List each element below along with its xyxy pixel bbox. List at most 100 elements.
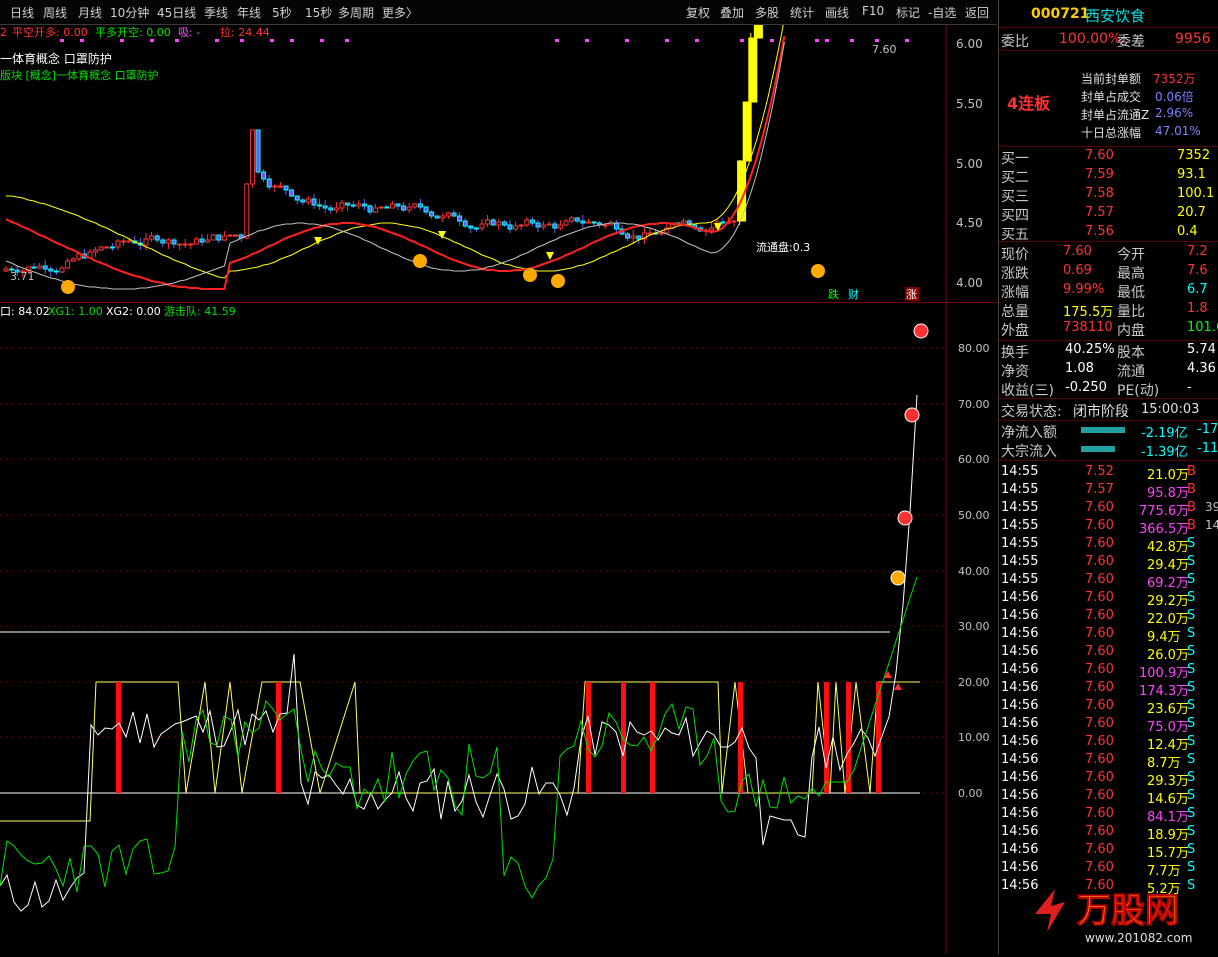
candle[interactable]: [485, 219, 491, 225]
candle[interactable]: [233, 234, 239, 237]
candle[interactable]: [311, 198, 317, 206]
candle[interactable]: [591, 221, 597, 224]
candle[interactable]: [154, 235, 160, 241]
period-tab-0[interactable]: 日线: [10, 4, 34, 21]
candle[interactable]: [65, 260, 71, 269]
candle[interactable]: [720, 221, 726, 224]
period-tab-1[interactable]: 周线: [43, 4, 67, 21]
candle[interactable]: [289, 189, 295, 197]
candle[interactable]: [121, 240, 127, 243]
candle[interactable]: [406, 206, 412, 211]
candle[interactable]: [580, 220, 586, 224]
candle[interactable]: [93, 249, 99, 253]
candle[interactable]: [731, 220, 737, 223]
candle[interactable]: [193, 238, 199, 245]
candle[interactable]: [412, 203, 418, 208]
candle[interactable]: [345, 202, 351, 206]
candle[interactable]: [249, 129, 255, 185]
kline-chart[interactable]: 7.607.217.006.506.005.505.004.504.003.50…: [0, 25, 997, 302]
candle[interactable]: [529, 219, 535, 224]
candle[interactable]: [143, 238, 149, 246]
candle[interactable]: [266, 178, 272, 188]
candle[interactable]: [742, 101, 752, 162]
candle[interactable]: [490, 219, 496, 226]
candle[interactable]: [160, 239, 166, 244]
candle[interactable]: [709, 227, 715, 231]
candle[interactable]: [104, 246, 110, 249]
candle[interactable]: [221, 235, 227, 241]
candle[interactable]: [557, 224, 563, 229]
candle[interactable]: [37, 265, 43, 269]
candle[interactable]: [378, 206, 384, 209]
tool-tab-7[interactable]: -自选: [928, 4, 956, 21]
period-tab-10[interactable]: 更多〉: [382, 4, 418, 21]
period-tab-3[interactable]: 10分钟: [110, 4, 149, 21]
candle[interactable]: [115, 240, 121, 248]
candle[interactable]: [630, 235, 636, 239]
candle[interactable]: [647, 232, 653, 235]
candle[interactable]: [462, 220, 468, 227]
candle[interactable]: [753, 25, 763, 39]
candle[interactable]: [317, 204, 323, 207]
period-tab-7[interactable]: 5秒: [272, 4, 292, 21]
candle[interactable]: [518, 224, 524, 227]
candle[interactable]: [401, 205, 407, 211]
candle[interactable]: [585, 221, 591, 224]
candle[interactable]: [48, 268, 54, 272]
candle[interactable]: [149, 235, 155, 240]
tool-tab-0[interactable]: 复权: [686, 4, 710, 21]
candle[interactable]: [361, 203, 367, 207]
tool-tab-6[interactable]: 标记: [896, 4, 920, 21]
candle[interactable]: [524, 219, 530, 226]
period-tab-4[interactable]: 45日线: [157, 4, 196, 21]
candle[interactable]: [395, 203, 401, 207]
candle[interactable]: [328, 207, 334, 211]
candle[interactable]: [658, 232, 664, 235]
period-tab-2[interactable]: 月线: [78, 4, 102, 21]
tool-tab-3[interactable]: 统计: [790, 4, 814, 21]
candle[interactable]: [199, 238, 205, 243]
candle[interactable]: [681, 220, 687, 224]
tool-tab-5[interactable]: F10: [862, 4, 884, 18]
candle[interactable]: [636, 235, 642, 240]
candle[interactable]: [541, 224, 547, 228]
candle[interactable]: [479, 223, 485, 229]
indicator-chart[interactable]: 80.00 70.00 60.00 50.00 40.00 30.00 20.00 10.00…: [0, 303, 997, 954]
candle[interactable]: [563, 220, 569, 226]
candle[interactable]: [451, 212, 457, 217]
candle[interactable]: [423, 206, 429, 213]
candle[interactable]: [602, 224, 608, 227]
candle[interactable]: [339, 202, 345, 209]
candle[interactable]: [205, 239, 211, 243]
candle[interactable]: [272, 185, 278, 188]
candle[interactable]: [216, 234, 222, 241]
candle[interactable]: [210, 234, 216, 241]
period-tab-9[interactable]: 多周期: [338, 4, 374, 21]
candle[interactable]: [277, 185, 283, 188]
candle[interactable]: [445, 212, 451, 217]
period-tab-8[interactable]: 15秒: [305, 4, 332, 21]
candle[interactable]: [546, 223, 552, 226]
candle[interactable]: [283, 185, 289, 191]
tool-tab-4[interactable]: 画线: [825, 4, 849, 21]
candle[interactable]: [457, 215, 463, 222]
candle[interactable]: [367, 205, 373, 213]
candle[interactable]: [417, 203, 423, 208]
candle[interactable]: [3, 268, 9, 272]
candle[interactable]: [501, 221, 507, 226]
candle[interactable]: [384, 206, 390, 209]
candle[interactable]: [507, 224, 513, 230]
candle[interactable]: [748, 37, 758, 103]
candle[interactable]: [569, 217, 575, 222]
candle[interactable]: [261, 171, 267, 180]
period-tab-6[interactable]: 年线: [237, 4, 261, 21]
tool-tab-8[interactable]: 返回: [965, 4, 989, 21]
candle[interactable]: [429, 211, 435, 217]
candle[interactable]: [468, 225, 474, 229]
candle[interactable]: [300, 199, 306, 203]
candle[interactable]: [171, 239, 177, 245]
candle[interactable]: [182, 243, 188, 246]
candle[interactable]: [98, 246, 104, 251]
candle[interactable]: [440, 215, 446, 219]
period-tab-5[interactable]: 季线: [204, 4, 228, 21]
